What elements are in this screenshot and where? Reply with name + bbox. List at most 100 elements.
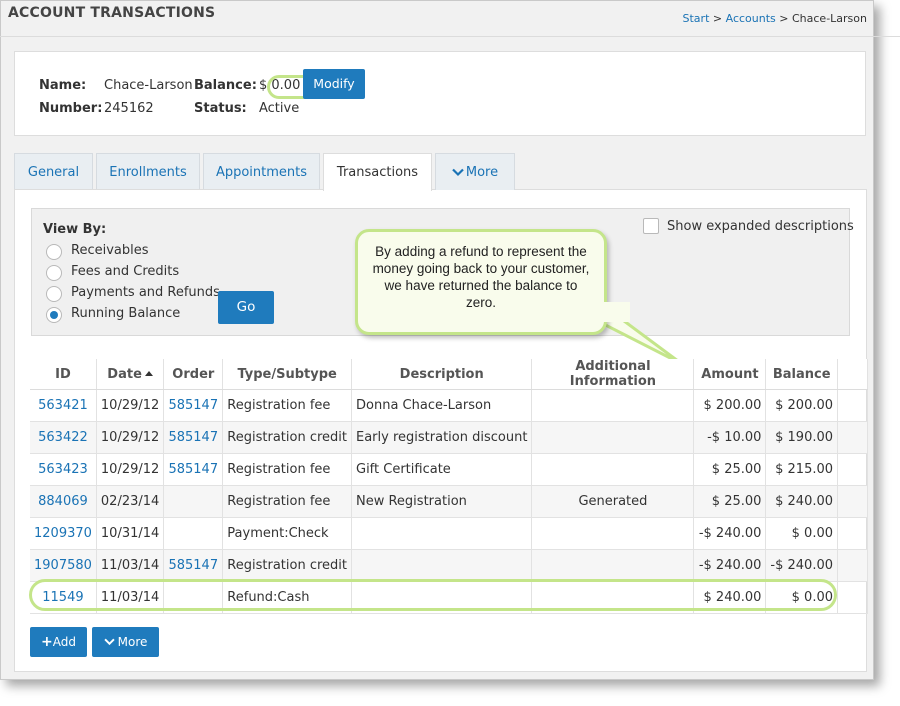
table-row: 563423 10/29/12 585147 Registration fee … [30, 453, 869, 486]
transactions-table: ID Date Order Type/Subtype Description A… [30, 359, 869, 614]
order-link[interactable]: 585147 [168, 430, 218, 445]
type-cell: Payment:Check [222, 517, 352, 550]
breadcrumb-separator: > [709, 12, 726, 25]
radio-label: Receivables [71, 243, 149, 258]
info-cell [531, 549, 695, 582]
radio-button[interactable] [46, 244, 62, 260]
amount-cell: -$ 10.00 [693, 421, 767, 454]
spacer-cell [837, 389, 869, 422]
breadcrumb: Start > Accounts > Chace-Larson [683, 12, 867, 25]
type-cell: Registration fee [222, 485, 352, 518]
tab-transactions[interactable]: Transactions [323, 153, 432, 191]
balance-cell: $ 215.00 [765, 453, 839, 486]
id-cell: 1209370 [30, 517, 97, 550]
amount-cell: -$ 240.00 [693, 549, 767, 582]
tab-more-label: More [465, 165, 499, 180]
date-cell: 10/29/12 [96, 421, 165, 454]
table-row: 563421 10/29/12 585147 Registration fee … [30, 389, 869, 422]
spacer-cell [837, 549, 869, 582]
description-cell: Donna Chace-Larson [351, 389, 533, 422]
transaction-id-link[interactable]: 563422 [38, 430, 88, 445]
account-status: Active [259, 101, 300, 116]
title-divider [0, 36, 900, 37]
account-number: 245162 [104, 101, 154, 116]
order-link[interactable]: 585147 [168, 558, 218, 573]
expanded-descriptions-label: Show expanded descriptions [667, 219, 854, 234]
amount-cell: $ 200.00 [693, 389, 767, 422]
more-actions-button[interactable]: More [92, 627, 159, 657]
balance-cell: $ 200.00 [765, 389, 839, 422]
refund-row-highlight [29, 579, 837, 611]
order-link[interactable]: 585147 [168, 462, 218, 477]
transaction-id-link[interactable]: 884069 [38, 494, 88, 509]
more-actions-label: More [117, 635, 148, 649]
balance-cell: $ 190.00 [765, 421, 839, 454]
radio-button-selected[interactable] [46, 307, 62, 323]
breadcrumb-separator: > [775, 12, 792, 25]
account-summary: Name: Chace-Larson Balance: $ 0.00 Modif… [14, 51, 866, 136]
tab-enrollments[interactable]: Enrollments [96, 153, 200, 190]
info-cell [531, 453, 695, 486]
column-header-type[interactable]: Type/Subtype [222, 359, 352, 390]
column-header-additional-info[interactable]: Additional Information [531, 359, 695, 390]
description-cell: Early registration discount [351, 421, 533, 454]
table-row: 563422 10/29/12 585147 Registration cred… [30, 421, 869, 454]
table-row: 884069 02/23/14 Registration fee New Reg… [30, 485, 869, 518]
column-header-balance[interactable]: Balance [765, 359, 839, 390]
amount-cell: $ 25.00 [693, 485, 767, 518]
id-cell: 563421 [30, 389, 97, 422]
tab-more[interactable]: More [435, 153, 515, 190]
transaction-id-link[interactable]: 563423 [38, 462, 88, 477]
info-cell: Generated [531, 485, 695, 518]
table-header-row: ID Date Order Type/Subtype Description A… [30, 359, 869, 390]
balance-cell: $ 0.00 [765, 517, 839, 550]
transaction-id-link[interactable]: 1209370 [34, 526, 92, 541]
page-title: ACCOUNT TRANSACTIONS [8, 5, 216, 21]
column-header-date-label: Date [107, 366, 142, 382]
breadcrumb-start-link[interactable]: Start [683, 12, 710, 25]
add-button[interactable]: +Add [30, 627, 87, 657]
spacer-cell [837, 581, 869, 614]
spacer-cell [837, 485, 869, 518]
id-cell: 563422 [30, 421, 97, 454]
transaction-id-link[interactable]: 563421 [38, 398, 88, 413]
balance-label: Balance: [194, 78, 257, 93]
callout-joint [585, 302, 630, 322]
id-cell: 563423 [30, 453, 97, 486]
breadcrumb-current: Chace-Larson [791, 12, 867, 25]
go-button[interactable]: Go [218, 291, 274, 324]
tab-appointments[interactable]: Appointments [203, 153, 320, 190]
transaction-id-link[interactable]: 1907580 [34, 558, 92, 573]
tab-general[interactable]: General [14, 153, 93, 190]
order-link[interactable]: 585147 [168, 398, 218, 413]
expanded-descriptions-checkbox[interactable] [643, 218, 659, 234]
order-cell: 585147 [163, 549, 224, 582]
sort-ascending-icon [144, 370, 153, 376]
column-header-amount[interactable]: Amount [693, 359, 767, 390]
date-cell: 10/29/12 [96, 453, 165, 486]
column-header-date[interactable]: Date [96, 359, 165, 390]
radio-label: Fees and Credits [71, 264, 180, 279]
amount-cell: $ 25.00 [693, 453, 767, 486]
balance-cell: -$ 240.00 [765, 549, 839, 582]
info-cell [531, 517, 695, 550]
view-by-heading: View By: [43, 222, 107, 237]
radio-button[interactable] [46, 265, 62, 281]
description-cell: New Registration [351, 485, 533, 518]
add-button-label: Add [52, 635, 76, 649]
date-cell: 02/23/14 [96, 485, 165, 518]
account-name: Chace-Larson [104, 78, 193, 93]
radio-label: Running Balance [71, 306, 181, 321]
spacer-cell [837, 517, 869, 550]
column-header-id[interactable]: ID [30, 359, 97, 390]
radio-button[interactable] [46, 286, 62, 302]
type-cell: Registration fee [222, 389, 352, 422]
callout-note: By adding a refund to represent the mone… [355, 229, 607, 335]
column-header-order[interactable]: Order [163, 359, 224, 390]
radio-label: Payments and Refunds [71, 285, 220, 300]
modify-button[interactable]: Modify [303, 69, 365, 99]
column-header-description[interactable]: Description [351, 359, 533, 390]
breadcrumb-accounts-link[interactable]: Accounts [726, 12, 776, 25]
plus-icon: + [41, 634, 53, 650]
description-cell: Gift Certificate [351, 453, 533, 486]
